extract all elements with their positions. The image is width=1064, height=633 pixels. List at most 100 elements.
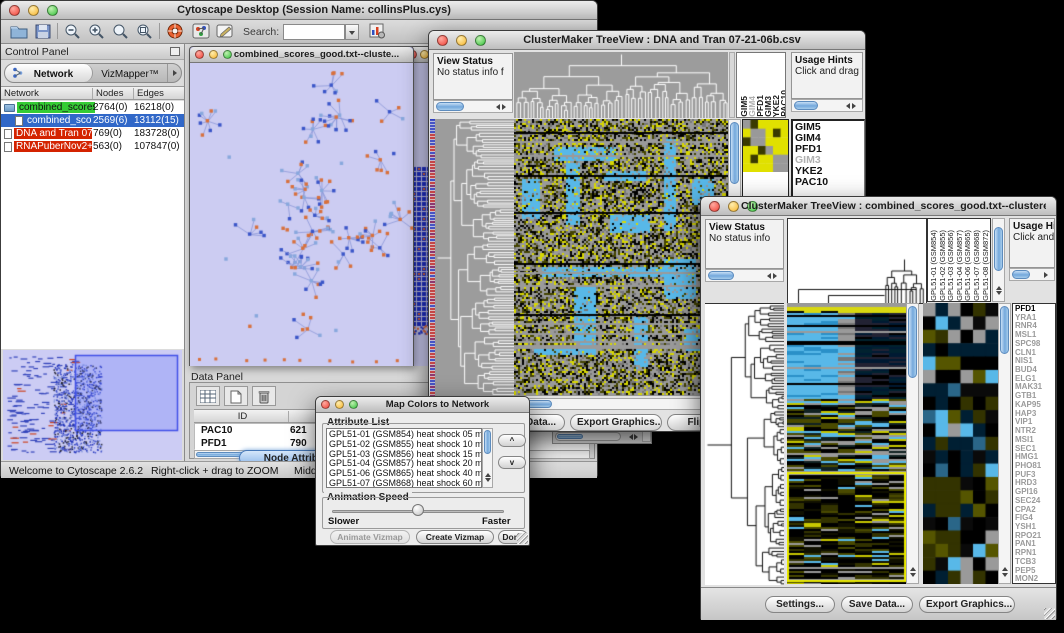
minimize-button[interactable] — [456, 35, 467, 46]
tv2-v-scrollbar[interactable] — [906, 303, 919, 584]
tv2-heatmap[interactable] — [787, 303, 906, 584]
column-label[interactable]: YKE2 — [771, 95, 779, 117]
col-network[interactable]: Network — [1, 88, 93, 99]
scrollbar-thumb[interactable] — [1000, 306, 1009, 354]
column-label[interactable]: GIM5 — [739, 96, 747, 117]
create-vizmap-button[interactable]: Create Vizmap — [416, 530, 494, 544]
scrollbar-thumb[interactable] — [1012, 270, 1030, 279]
tv2-hints-scrollbar[interactable] — [1009, 268, 1055, 281]
animate-vizmap-button[interactable]: Animate Vizmap — [330, 530, 410, 544]
scrollbar-thumb[interactable] — [708, 271, 734, 280]
tab-network[interactable]: Network — [5, 64, 93, 82]
scrollbar-thumb[interactable] — [730, 122, 739, 184]
search-dropdown-button[interactable] — [345, 24, 359, 40]
scroll-left-icon[interactable] — [764, 273, 771, 279]
scroll-right-icon[interactable] — [502, 104, 509, 110]
column-label[interactable]: GPL51-01 (GSM854) — [929, 230, 938, 301]
zoom-in-icon[interactable] — [87, 22, 107, 41]
gene-list-item[interactable]: MON2 — [1015, 575, 1055, 584]
scrollbar-thumb[interactable] — [484, 430, 491, 454]
minimize-button[interactable] — [28, 5, 39, 16]
tv2-settings-button[interactable]: Settings... — [765, 596, 835, 613]
treeview2-titlebar[interactable]: ClusterMaker TreeView : combined_scores_… — [701, 197, 1056, 216]
scroll-left-icon[interactable] — [843, 103, 850, 109]
tv1-subheatmap[interactable] — [743, 120, 788, 172]
scroll-down-icon[interactable] — [996, 291, 1002, 298]
scrollbar-thumb[interactable] — [794, 101, 818, 110]
resize-grip[interactable] — [517, 533, 528, 544]
column-label[interactable]: GPL51-08 (GSM872) — [981, 230, 990, 301]
tv2-status-scrollbar[interactable] — [705, 269, 784, 282]
move-up-button[interactable]: ^ — [498, 434, 526, 447]
tv2-sub-scrollbar[interactable] — [998, 303, 1011, 584]
main-titlebar[interactable]: Cytoscape Desktop (Session Name: collins… — [1, 1, 597, 20]
minimize-button[interactable] — [209, 50, 218, 59]
close-button[interactable] — [709, 201, 720, 212]
scroll-down-icon[interactable] — [485, 478, 491, 485]
col-nodes[interactable]: Nodes — [93, 88, 134, 99]
move-down-button[interactable]: v — [498, 456, 526, 469]
close-button[interactable] — [437, 35, 448, 46]
column-label[interactable]: PFD1 — [755, 95, 763, 117]
close-button[interactable] — [321, 400, 330, 409]
scroll-down-icon[interactable] — [910, 573, 916, 580]
attribute-table-icon[interactable] — [196, 386, 220, 406]
scrollbar-thumb[interactable] — [908, 306, 917, 378]
scroll-right-icon[interactable] — [773, 273, 780, 279]
close-button[interactable] — [9, 5, 20, 16]
minimize-button[interactable] — [728, 201, 739, 212]
scrollbar-thumb[interactable] — [436, 102, 464, 111]
help-lifering-icon[interactable] — [165, 22, 185, 41]
network-table-row[interactable]: RNAPuberNov2+| 563(0) 107847(0) — [1, 140, 184, 153]
treeview1-titlebar[interactable]: ClusterMaker TreeView : DNA and Tran 07-… — [429, 31, 865, 50]
tv1-status-scrollbar[interactable] — [433, 100, 513, 113]
column-label[interactable]: GPL51-06 (GSM865) — [963, 230, 972, 301]
tv1-hints-scrollbar[interactable] — [791, 99, 863, 112]
scroll-up-icon[interactable] — [996, 283, 1002, 290]
tab-overflow-button[interactable] — [167, 64, 182, 82]
column-label[interactable]: GIM3 — [763, 96, 771, 117]
h-scrollbar[interactable] — [555, 432, 621, 441]
attribute-list-scrollbar[interactable] — [482, 428, 493, 488]
column-label[interactable]: GPL51-03 (GSM856) — [946, 230, 955, 301]
close-button[interactable] — [195, 50, 204, 59]
speed-slider-thumb[interactable] — [412, 504, 424, 516]
scroll-up-icon[interactable] — [1002, 564, 1008, 571]
network-table-row[interactable]: combined_scores 2764(0) 16218(0) — [1, 101, 184, 114]
tv1-export-graphics-button[interactable]: Export Graphics... — [570, 414, 662, 431]
col-id[interactable]: ID — [194, 411, 289, 422]
resize-grip[interactable] — [1044, 608, 1055, 619]
float-panel-icon[interactable] — [170, 47, 180, 56]
column-label[interactable]: GPL51-02 (GSM855) — [938, 230, 947, 301]
minimize-button[interactable] — [335, 400, 344, 409]
scrollbar-thumb[interactable] — [557, 434, 583, 439]
zoom-out-icon[interactable] — [63, 22, 83, 41]
tv2-column-dendrogram[interactable] — [787, 218, 927, 304]
save-session-icon[interactable] — [33, 22, 53, 41]
column-label[interactable]: PAC10 — [779, 90, 786, 117]
tv1-splitter[interactable] — [729, 52, 735, 118]
tv2-save-data-button[interactable]: Save Data... — [841, 596, 913, 613]
zoom-selected-icon[interactable] — [111, 22, 131, 41]
network-view-titlebar[interactable]: combined_scores_good.txt--cluste... — [190, 47, 413, 63]
network-canvas[interactable] — [190, 63, 413, 366]
delete-attribute-trash-icon[interactable] — [252, 386, 276, 406]
scroll-down-icon[interactable] — [1002, 573, 1008, 580]
network-table-row[interactable]: DNA and Tran 07 769(0) 183728(0) — [1, 127, 184, 140]
tv1-heatmap[interactable] — [514, 119, 728, 396]
birdseye-overview[interactable] — [3, 350, 182, 460]
scrollbar-thumb[interactable] — [994, 227, 1003, 271]
scroll-right-icon[interactable] — [852, 103, 859, 109]
gene-list-item[interactable]: PAC10 — [795, 177, 864, 188]
attribute-list-item[interactable]: GPL51-07 (GSM868) heat shock 60 min — [329, 479, 481, 488]
column-label[interactable]: GIM4 — [747, 96, 755, 117]
network-overview-icon[interactable] — [191, 22, 211, 41]
tv1-row-dendrogram[interactable] — [435, 119, 514, 396]
tv1-h-scrollbar[interactable] — [514, 398, 728, 410]
tv2-top-scrollbar[interactable] — [992, 218, 1005, 302]
scroll-left-icon[interactable] — [493, 104, 500, 110]
search-input[interactable] — [283, 24, 345, 40]
tv2-export-graphics-button[interactable]: Export Graphics... — [919, 596, 1015, 613]
tv1-column-dendrogram[interactable] — [514, 52, 728, 118]
scroll-right-icon[interactable] — [634, 434, 641, 440]
